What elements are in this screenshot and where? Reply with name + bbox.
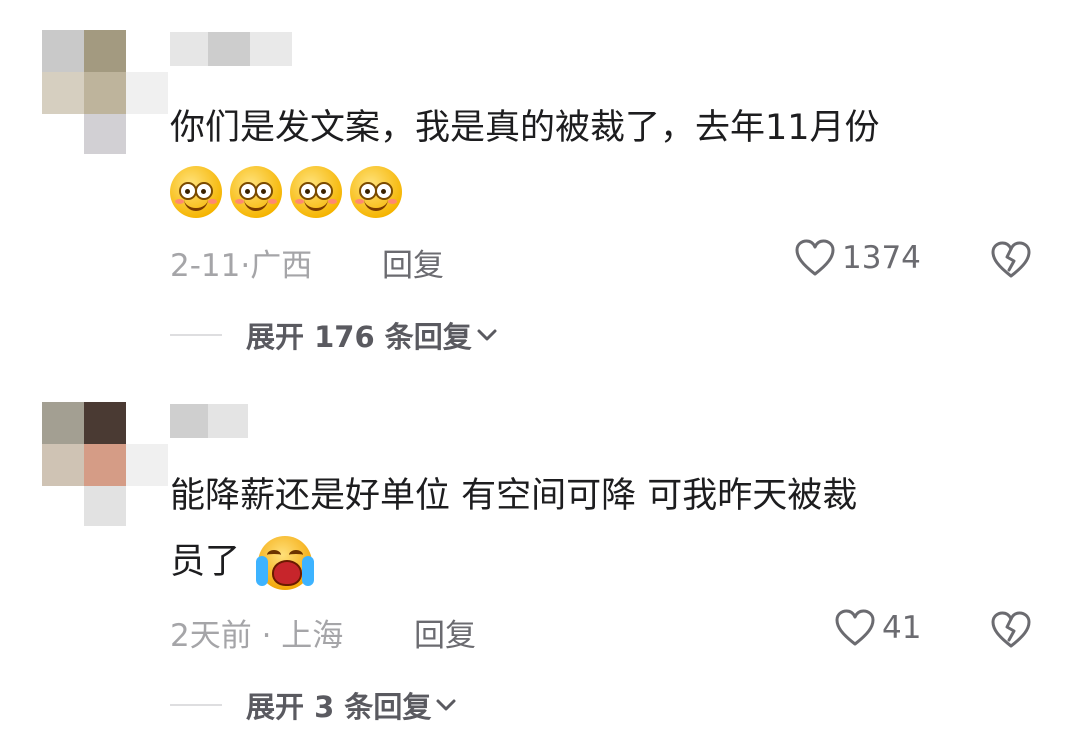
avatar-pixel (84, 114, 126, 154)
emoji-row (256, 536, 314, 590)
expand-replies-button[interactable]: 展开 3 条回复 (170, 684, 457, 726)
smile-emoji (290, 166, 342, 218)
divider-line (170, 704, 222, 706)
like-button[interactable]: 1374 (794, 238, 921, 278)
avatar-pixel (84, 72, 126, 114)
comment-location: 广西 (250, 248, 313, 284)
expand-replies-label: 展开 3 条回复 (246, 690, 432, 724)
avatar-pixel (126, 402, 168, 444)
smile-emoji (170, 166, 222, 218)
avatar-pixel (126, 114, 168, 154)
smile-emoji (230, 166, 282, 218)
comment-meta: 2天前 · 上海 (170, 610, 343, 655)
avatar-pixel (42, 486, 84, 526)
chevron-down-icon (435, 698, 457, 712)
broken-heart-icon (991, 611, 1031, 648)
avatar-pixel (42, 72, 84, 114)
avatar-pixel (126, 30, 168, 72)
divider-line (170, 334, 222, 336)
reply-button[interactable]: 回复 (414, 610, 476, 655)
like-count: 41 (882, 610, 922, 646)
like-count: 1374 (842, 240, 921, 276)
avatar-pixel (84, 402, 126, 444)
expand-replies-label: 展开 176 条回复 (246, 320, 472, 354)
avatar[interactable] (42, 402, 168, 526)
crying-emoji (256, 536, 314, 590)
avatar-pixel (42, 444, 84, 486)
avatar-pixel (126, 444, 168, 486)
comment-text-continued: 员了 (170, 542, 241, 582)
comment-text: 你们是发文案，我是真的被裁了，去年11月份 (170, 108, 880, 148)
comment-meta: 2-11·广西 (170, 240, 312, 285)
comment-text: 能降薪还是好单位 有空间可降 可我昨天被裁 (170, 476, 858, 516)
comment-location: 上海 (281, 618, 344, 654)
emoji-row (170, 166, 402, 218)
reply-button[interactable]: 回复 (382, 240, 444, 285)
chevron-down-icon (476, 328, 498, 342)
smile-emoji (350, 166, 402, 218)
heart-outline-icon (835, 609, 875, 646)
avatar[interactable] (42, 30, 168, 154)
avatar-pixel (84, 30, 126, 72)
comment-date: 2天前 · (170, 618, 282, 654)
avatar-pixel (126, 72, 168, 114)
heart-outline-icon (795, 239, 835, 276)
broken-heart-icon (991, 241, 1031, 278)
username[interactable] (170, 404, 248, 438)
dislike-button[interactable] (990, 610, 1032, 654)
avatar-pixel (126, 486, 168, 526)
avatar-pixel (84, 444, 126, 486)
expand-replies-button[interactable]: 展开 176 条回复 (170, 314, 498, 356)
avatar-pixel (42, 30, 84, 72)
comment-date: 2-11· (170, 248, 251, 284)
dislike-button[interactable] (990, 240, 1032, 284)
username[interactable] (170, 32, 292, 66)
like-button[interactable]: 41 (834, 608, 921, 648)
avatar-pixel (42, 402, 84, 444)
avatar-pixel (42, 114, 84, 154)
avatar-pixel (84, 486, 126, 526)
